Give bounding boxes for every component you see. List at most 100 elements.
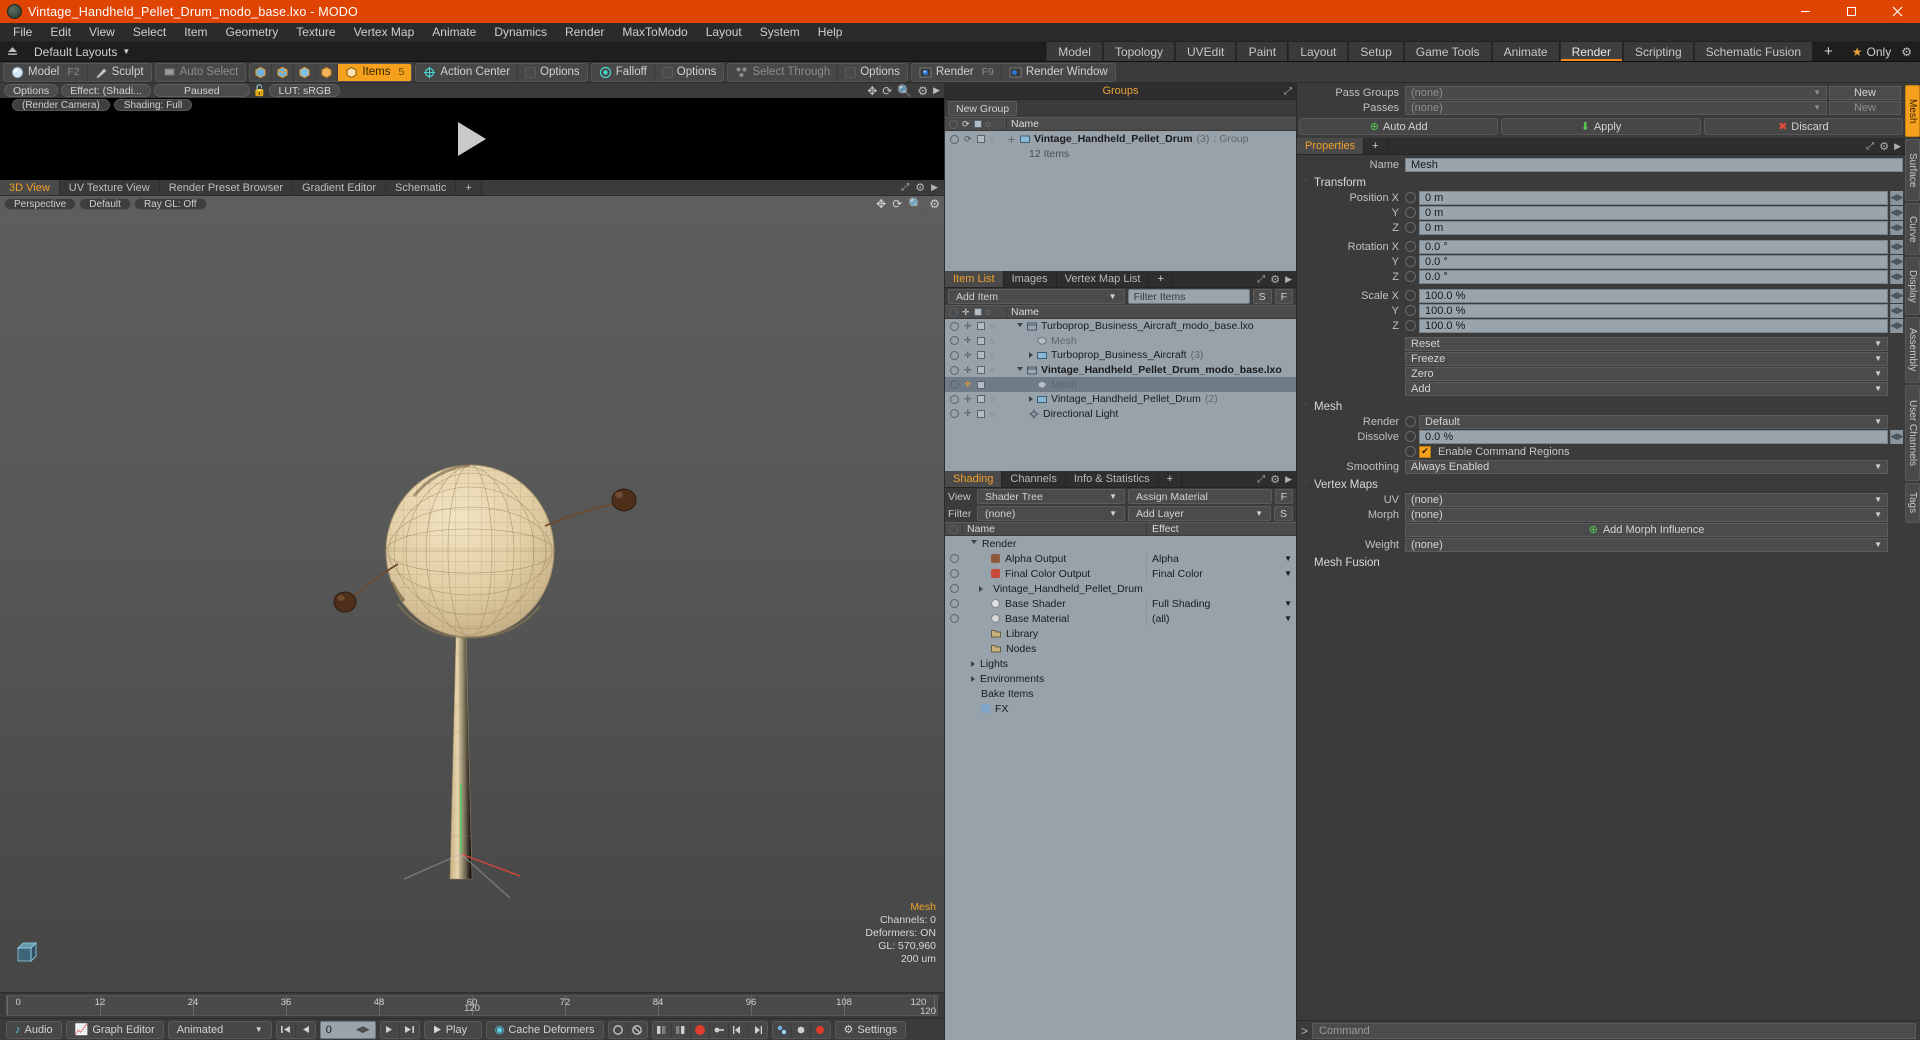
render-toggle-icon[interactable] xyxy=(976,351,985,360)
settings-gear-icon[interactable]: ⚙ xyxy=(1901,45,1912,59)
visibility-toggle-icon[interactable] xyxy=(950,134,959,144)
render-toggle-icon[interactable] xyxy=(976,366,985,375)
scale-x-field[interactable]: 100.0 % xyxy=(1419,288,1888,303)
timeline[interactable]: 0 12 24 36 48 60 72 84 96 108 120 120 12… xyxy=(0,992,944,1018)
add-dropdown[interactable]: Add ▼ xyxy=(1405,381,1888,396)
channel-knob-icon[interactable] xyxy=(1405,192,1416,203)
visibility-toggle-icon[interactable] xyxy=(950,409,959,419)
close-button[interactable] xyxy=(1874,0,1920,23)
reset-dropdown[interactable]: Reset ▼ xyxy=(1405,336,1888,351)
filter-s-button[interactable]: S xyxy=(1252,289,1272,304)
current-frame-field[interactable]: 0 ◀▶ xyxy=(319,1020,376,1039)
side-tab-surface[interactable]: Surface xyxy=(1905,139,1920,201)
side-tab-mesh[interactable]: Mesh xyxy=(1905,85,1920,137)
scale-x-spinner[interactable]: ◀▶ xyxy=(1890,288,1904,303)
graph-editor-button[interactable]: 📈 Graph Editor xyxy=(65,1020,164,1039)
menu-system[interactable]: System xyxy=(751,23,809,42)
rotation-x-spinner[interactable]: ◀▶ xyxy=(1890,239,1904,254)
list-item[interactable]: Environments xyxy=(945,671,1296,686)
freeze-dropdown[interactable]: Freeze ▼ xyxy=(1405,351,1888,366)
chevron-right-icon[interactable]: ▶ xyxy=(1894,141,1901,152)
list-item[interactable]: ✛ ◌ Turboprop_Business_Aircraft_modo_base… xyxy=(945,319,1296,334)
step-back-button[interactable] xyxy=(296,1022,315,1038)
audio-button[interactable]: ♪ Audio xyxy=(6,1020,62,1039)
channel-knob-icon[interactable] xyxy=(1405,241,1416,252)
info-icon[interactable]: ◌ xyxy=(990,380,995,390)
list-item[interactable]: Lights xyxy=(945,656,1296,671)
tab-schematic-fusion[interactable]: Schematic Fusion xyxy=(1693,42,1814,61)
3d-viewport[interactable]: Perspective Default Ray GL: Off ✥ ⟳ 🔍 ⚙ xyxy=(0,196,944,992)
chevron-right-icon[interactable]: ▶ xyxy=(933,85,940,96)
zoom-icon[interactable]: 🔍 xyxy=(897,84,912,98)
menu-select[interactable]: Select xyxy=(124,23,175,42)
scale-z-spinner[interactable]: ◀▶ xyxy=(1890,318,1904,333)
tab-topology[interactable]: Topology xyxy=(1102,42,1175,61)
menu-layout[interactable]: Layout xyxy=(697,23,751,42)
step-forward-button[interactable] xyxy=(381,1021,400,1038)
play-button[interactable]: Play xyxy=(423,1020,482,1039)
chevron-right-icon[interactable] xyxy=(971,660,975,667)
lock-icon[interactable]: ✛ xyxy=(964,365,972,376)
settings-button[interactable]: ⚙ Settings xyxy=(834,1020,907,1039)
record-button[interactable] xyxy=(691,1021,710,1038)
chevron-right-icon[interactable] xyxy=(971,675,975,682)
add-tab-button[interactable]: + xyxy=(1813,42,1844,61)
add-viewport-tab-button[interactable]: + xyxy=(456,180,482,195)
render-toggle-icon[interactable] xyxy=(976,409,985,418)
scale-z-field[interactable]: 100.0 % xyxy=(1419,318,1888,333)
position-x-spinner[interactable]: ◀▶ xyxy=(1890,190,1904,205)
gear-icon[interactable]: ⚙ xyxy=(915,181,925,194)
snap-grid-button[interactable] xyxy=(773,1021,792,1038)
tab-setup[interactable]: Setup xyxy=(1348,42,1404,61)
refresh-icon[interactable]: ⟳ xyxy=(964,134,972,145)
snap-disable-button[interactable] xyxy=(811,1022,830,1038)
side-tab-assembly[interactable]: Assembly xyxy=(1905,317,1920,383)
vertex-maps-section-title[interactable]: Vertex Maps xyxy=(1297,477,1905,492)
gear-icon[interactable]: ⚙ xyxy=(929,197,940,211)
add-shading-tab-button[interactable]: + xyxy=(1159,471,1183,487)
visibility-toggle-icon[interactable] xyxy=(950,336,959,346)
list-item[interactable]: Final Color Output Final Color ▼ xyxy=(945,566,1296,581)
list-item[interactable]: Nodes xyxy=(945,641,1296,656)
chevron-right-icon[interactable]: ▶ xyxy=(1285,274,1292,285)
list-item-effect[interactable]: Alpha ▼ xyxy=(1146,552,1296,565)
list-item[interactable]: Alpha Output Alpha ▼ xyxy=(945,551,1296,566)
list-item[interactable]: ✛ ◌ Vintage_Handheld_Pellet_Drum_modo_bas… xyxy=(945,363,1296,378)
gear-icon[interactable]: ⚙ xyxy=(1270,473,1280,486)
tab-scripting[interactable]: Scripting xyxy=(1622,42,1694,61)
position-z-spinner[interactable]: ◀▶ xyxy=(1890,220,1904,235)
tab-item-list[interactable]: Item List xyxy=(945,271,1004,287)
channel-knob-icon[interactable] xyxy=(1405,320,1416,331)
menu-item[interactable]: Item xyxy=(175,23,216,42)
tab-schematic[interactable]: Schematic xyxy=(386,180,457,195)
channel-knob-icon[interactable] xyxy=(1405,416,1416,427)
tab-game-tools[interactable]: Game Tools xyxy=(1403,42,1492,61)
menu-render[interactable]: Render xyxy=(556,23,613,42)
go-to-start-button[interactable] xyxy=(277,1021,296,1038)
rotation-x-field[interactable]: 0.0 ° xyxy=(1419,239,1888,254)
list-item[interactable]: FX xyxy=(945,701,1296,716)
autokey-button[interactable] xyxy=(710,1021,729,1038)
list-item[interactable]: Render xyxy=(945,536,1296,551)
gear-icon[interactable]: ⚙ xyxy=(1270,273,1280,286)
shader-tree[interactable]: Render Alpha Output Alpha ▼ Final Color … xyxy=(945,536,1296,1040)
tab-images[interactable]: Images xyxy=(1004,271,1057,287)
side-tab-user-channels[interactable]: User Channels xyxy=(1905,385,1920,481)
minimize-button[interactable] xyxy=(1782,0,1828,23)
visibility-toggle-icon[interactable] xyxy=(950,569,959,578)
info-icon[interactable]: ◌ xyxy=(990,394,995,404)
chevron-right-icon[interactable]: ▶ xyxy=(931,182,938,193)
tab-shading[interactable]: Shading xyxy=(945,471,1003,487)
lock-icon[interactable]: ✛ xyxy=(964,379,972,390)
info-icon[interactable]: ◌ xyxy=(990,321,995,331)
list-item[interactable]: Library xyxy=(945,626,1296,641)
chevron-down-icon[interactable] xyxy=(1017,322,1023,330)
filter-f-button[interactable]: F xyxy=(1274,289,1293,304)
render-toggle-icon[interactable] xyxy=(976,380,985,389)
tab-paint[interactable]: Paint xyxy=(1236,42,1289,61)
pan-icon[interactable]: ✥ xyxy=(876,197,886,211)
list-item[interactable]: ✛ ◌ Turboprop_Business_Aircraft (3) xyxy=(945,348,1296,363)
command-input[interactable]: Command xyxy=(1312,1022,1916,1039)
info-icon[interactable]: ◌ xyxy=(990,409,995,419)
key-next-button[interactable] xyxy=(748,1022,767,1038)
